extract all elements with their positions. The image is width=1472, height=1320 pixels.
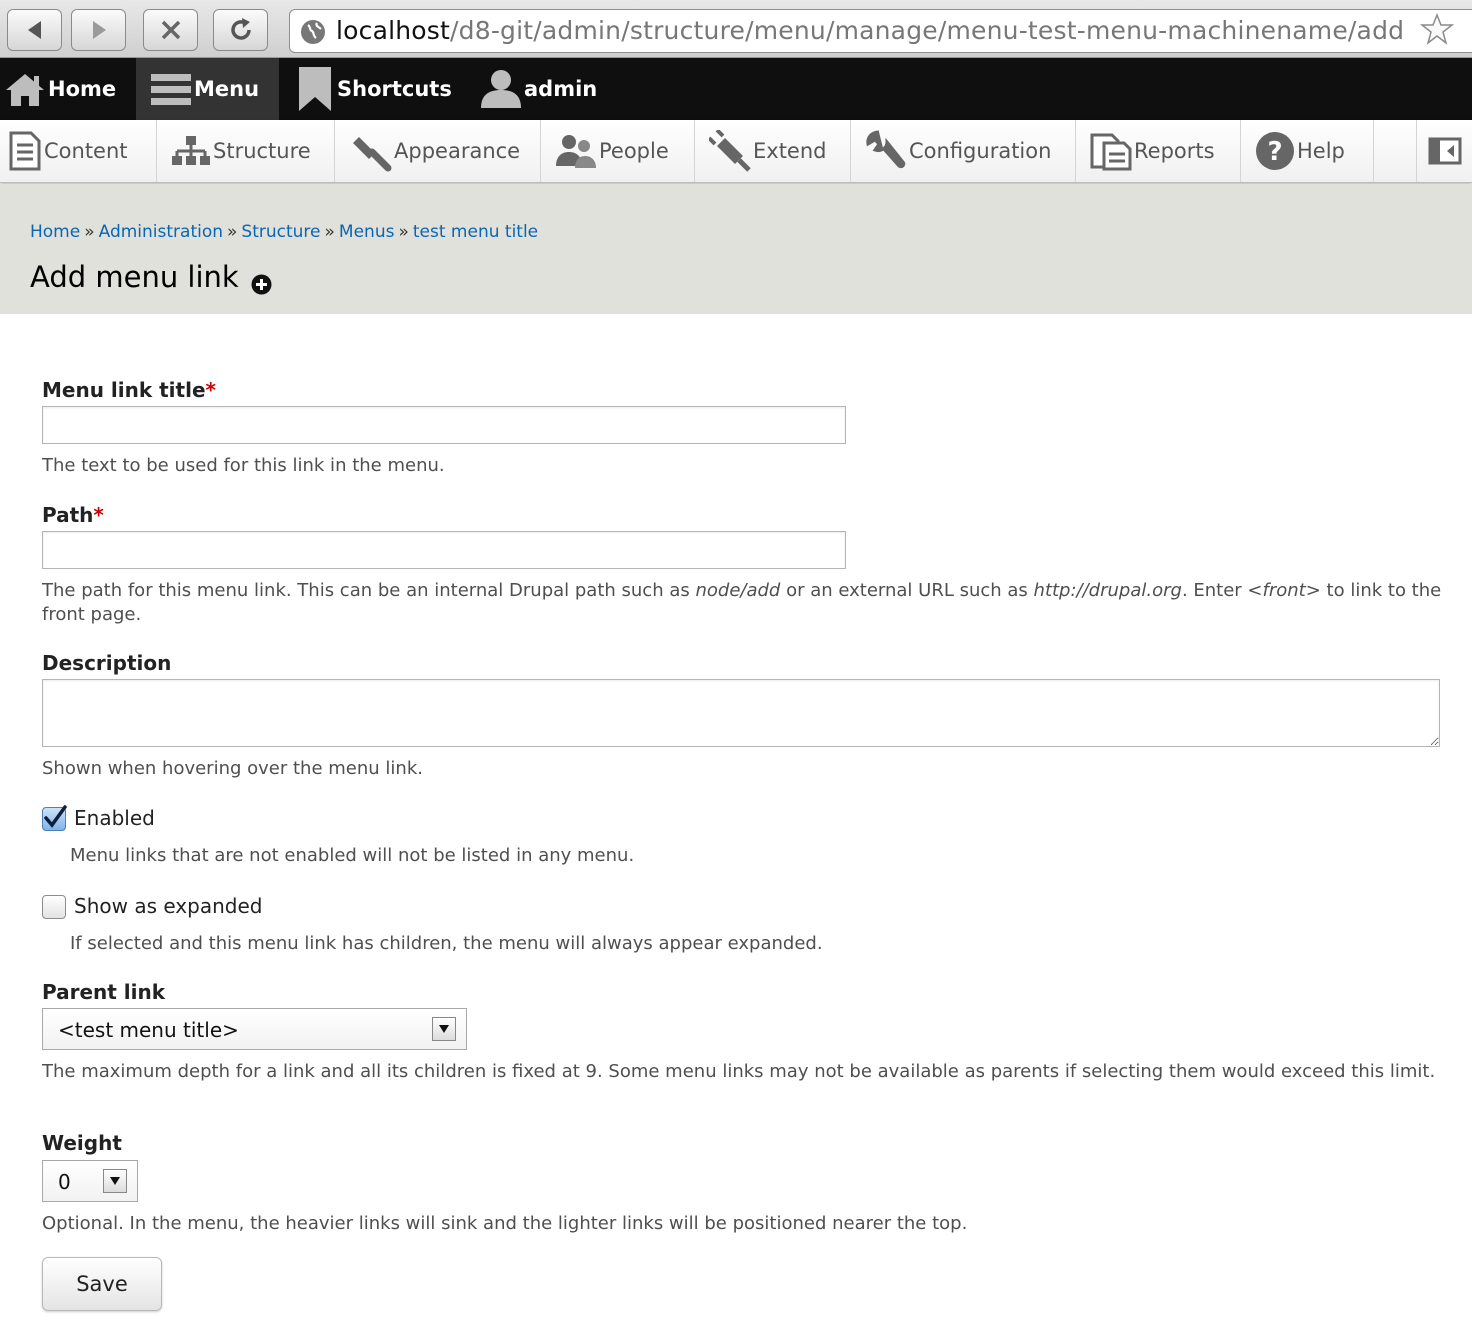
tray-label: Extend [753,139,827,163]
close-icon [161,20,180,40]
toolbar-item-user[interactable]: admin [462,58,612,120]
breadcrumb-structure[interactable]: Structure [241,222,320,242]
title-label: Menu link title* [42,378,216,402]
admin-toolbar: Home Menu Shortcuts admin [0,58,1472,120]
weight-help: Optional. In the menu, the heavier links… [42,1213,968,1234]
toolbar-label: Menu [194,77,260,101]
dropdown-arrow-icon [103,1169,127,1193]
toolbar-label: admin [524,77,598,101]
tray-label: Structure [213,139,311,163]
dropdown-arrow-icon [432,1017,456,1041]
weight-select[interactable]: 0 [42,1160,138,1202]
tray-label: Appearance [394,139,521,163]
user-icon [481,70,521,108]
tray-item-structure[interactable]: Structure [157,120,335,182]
tray-item-configuration[interactable]: Configuration [851,120,1076,182]
bookmark-icon [299,67,331,111]
add-shortcut-icon[interactable] [251,274,272,295]
sitemap-icon [172,136,210,165]
collapse-icon [1428,137,1461,165]
address-bar[interactable]: localhost/d8-git/admin/structure/menu/ma… [289,9,1472,53]
toolbar-item-menu[interactable]: Menu [136,58,279,120]
back-arrow-icon [27,21,41,39]
toolbar-label: Home [48,77,117,101]
tray-label: Help [1297,139,1345,163]
document-icon [9,131,41,171]
forward-button[interactable] [71,9,126,51]
title-help: The text to be used for this link in the… [42,455,445,476]
description-label: Description [42,651,172,675]
breadcrumb-administration[interactable]: Administration [99,222,223,242]
breadcrumb-home[interactable]: Home [30,222,80,242]
enabled-label[interactable]: Enabled [74,806,155,830]
tray-item-help[interactable]: ? Help [1241,120,1374,182]
tray-label: Configuration [909,139,1052,163]
plug-icon [709,130,751,172]
brush-icon [353,137,392,172]
toolbar-item-shortcuts[interactable]: Shortcuts [279,58,462,120]
tray-item-extend[interactable]: Extend [695,120,851,182]
wrench-icon [866,130,906,168]
required-marker: * [205,378,216,402]
tray-item-appearance[interactable]: Appearance [335,120,541,182]
reload-icon [230,18,251,40]
tray-item-people[interactable]: People [541,120,695,182]
back-button[interactable] [7,9,62,51]
expanded-help: If selected and this menu link has child… [70,933,823,954]
save-button[interactable]: Save [42,1257,162,1311]
path-label: Path* [42,503,104,527]
admin-tray: Content Structure Appearance People Exte… [0,120,1472,183]
tray-orientation-toggle[interactable] [1416,120,1472,182]
parent-link-label: Parent link [42,980,166,1004]
breadcrumb-menus[interactable]: Menus [339,222,395,242]
bookmark-star-icon[interactable] [1420,12,1454,46]
description-textarea[interactable] [42,679,1440,747]
enabled-checkbox[interactable] [42,805,67,831]
breadcrumb-test-menu-title[interactable]: test menu title [413,222,538,242]
required-marker: * [93,503,104,527]
reload-button[interactable] [213,9,268,51]
expanded-checkbox[interactable] [42,895,66,919]
checkmark-icon [44,805,67,828]
breadcrumb-separator: » [324,222,335,242]
stop-button[interactable] [143,9,198,51]
tray-item-reports[interactable]: Reports [1076,120,1241,182]
path-help: The path for this menu link. This can be… [42,580,1442,625]
svg-text:?: ? [1267,137,1282,167]
home-icon [6,74,44,106]
parent-link-select[interactable]: <test menu title> [42,1008,467,1050]
parent-link-value: <test menu title> [58,1018,239,1042]
breadcrumb: Home» Administration» Structure» Menus» test… [30,222,538,242]
breadcrumb-separator: » [398,222,409,242]
parent-link-help: The maximum depth for a link and all its… [42,1061,1436,1082]
page-title: Add menu link [30,260,239,294]
globe-icon [301,20,325,44]
expanded-label[interactable]: Show as expanded [74,894,262,918]
page-header: Home» Administration» Structure» Menus» test… [0,184,1472,314]
toolbar-label: Shortcuts [337,77,452,101]
forward-arrow-icon [92,21,106,39]
tray-label: Content [44,139,128,163]
people-icon [556,135,596,168]
breadcrumb-separator: » [84,222,95,242]
hamburger-icon [151,74,191,105]
tray-label: People [599,139,669,163]
description-help: Shown when hovering over the menu link. [42,758,423,779]
menu-link-title-input[interactable] [42,406,846,444]
url-text: localhost/d8-git/admin/structure/menu/ma… [336,16,1405,45]
tray-item-content[interactable]: Content [0,120,157,182]
toolbar-item-home[interactable]: Home [0,58,136,120]
reports-icon [1090,133,1132,171]
breadcrumb-separator: » [227,222,238,242]
help-icon: ? [1256,132,1294,170]
weight-value: 0 [58,1170,71,1194]
tray-label: Reports [1134,139,1215,163]
path-input[interactable] [42,531,846,569]
enabled-help: Menu links that are not enabled will not… [70,845,635,866]
weight-label: Weight [42,1131,122,1155]
browser-chrome: localhost/d8-git/admin/structure/menu/ma… [0,0,1472,58]
